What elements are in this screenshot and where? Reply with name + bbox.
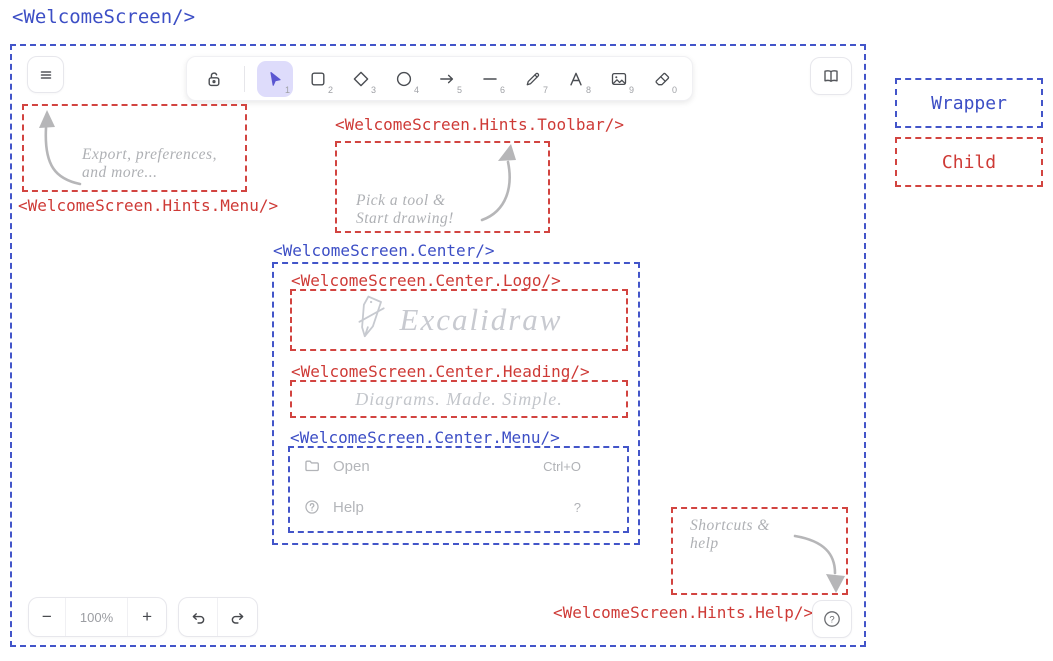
- legend-child-box: Child: [895, 137, 1043, 187]
- arrow-icon: [437, 69, 457, 89]
- hamburger-icon: [36, 65, 56, 85]
- tool-draw-button[interactable]: 7: [515, 61, 551, 97]
- excalidraw-pencil-icon: [356, 293, 388, 347]
- zoom-level-reset[interactable]: 100%: [66, 598, 128, 636]
- diamond-icon: [351, 69, 371, 89]
- folder-icon: [303, 457, 321, 475]
- undo-icon: [189, 608, 208, 627]
- eraser-icon: [652, 69, 672, 89]
- draw-icon: [523, 69, 543, 89]
- zoom-in-button[interactable]: +: [127, 598, 166, 636]
- center-logo-box: Excalidraw: [290, 289, 628, 351]
- tool-text-button[interactable]: 8: [558, 61, 594, 97]
- tool-shortcut-number: 7: [543, 85, 548, 95]
- tool-rectangle-button[interactable]: 2: [300, 61, 336, 97]
- toolbar-divider: [244, 66, 245, 92]
- question-circle-icon: ?: [822, 609, 842, 629]
- redo-button[interactable]: [218, 598, 257, 636]
- tool-shortcut-number: 0: [672, 85, 677, 95]
- tool-shortcut-number: 8: [586, 85, 591, 95]
- tool-line-button[interactable]: 6: [472, 61, 508, 97]
- library-button[interactable]: [810, 57, 852, 95]
- center-menu-label: <WelcomeScreen.Center.Menu/>: [290, 428, 560, 447]
- tool-shortcut-number: 4: [414, 85, 419, 95]
- tool-shortcut-number: 3: [371, 85, 376, 95]
- plus-icon: +: [142, 607, 152, 627]
- help-circle-icon: [303, 498, 321, 516]
- undo-redo-controls: [178, 597, 258, 637]
- hint-menu-text: Export, preferences, and more...: [82, 146, 217, 182]
- help-button[interactable]: ?: [812, 600, 852, 638]
- tool-shortcut-number: 1: [285, 85, 290, 95]
- menu-item-label: Open: [333, 458, 370, 475]
- welcome-screen-wrapper: 1 2 3: [10, 44, 866, 647]
- hint-help-label: <WelcomeScreen.Hints.Help/>: [553, 603, 813, 622]
- excalidraw-logo-text: Excalidraw: [400, 302, 563, 338]
- text-icon: [566, 69, 586, 89]
- undo-button[interactable]: [179, 598, 218, 636]
- center-logo-label: <WelcomeScreen.Center.Logo/>: [291, 271, 561, 290]
- zoom-controls: − 100% +: [28, 597, 167, 637]
- menu-item-shortcut: ?: [574, 500, 581, 515]
- root-component-label: <WelcomeScreen/>: [12, 6, 195, 28]
- welcome-menu-item-open[interactable]: Open Ctrl+O: [303, 455, 581, 477]
- menu-item-label: Help: [333, 499, 364, 516]
- toolbar: 1 2 3: [186, 56, 693, 101]
- legend-child-label: Child: [942, 152, 996, 173]
- zoom-out-button[interactable]: −: [29, 598, 66, 636]
- hint-toolbar-label: <WelcomeScreen.Hints.Toolbar/>: [335, 115, 624, 134]
- legend-wrapper-label: Wrapper: [931, 93, 1007, 114]
- center-heading-box: Diagrams. Made. Simple.: [290, 380, 628, 418]
- line-icon: [480, 69, 500, 89]
- tool-arrow-button[interactable]: 5: [429, 61, 465, 97]
- rectangle-icon: [308, 69, 328, 89]
- lock-button[interactable]: [196, 61, 232, 97]
- legend-wrapper-box: Wrapper: [895, 78, 1043, 128]
- center-heading-label: <WelcomeScreen.Center.Heading/>: [291, 362, 590, 381]
- center-label: <WelcomeScreen.Center/>: [273, 241, 495, 260]
- minus-icon: −: [42, 607, 52, 627]
- image-icon: [609, 69, 629, 89]
- welcome-menu-item-help[interactable]: Help ?: [303, 496, 581, 518]
- tool-shortcut-number: 5: [457, 85, 462, 95]
- book-icon: [821, 66, 841, 86]
- redo-icon: [228, 608, 247, 627]
- center-menu-box: Open Ctrl+O Help ?: [288, 446, 629, 533]
- tool-shortcut-number: 6: [500, 85, 505, 95]
- svg-text:?: ?: [829, 614, 834, 625]
- page: <WelcomeScreen/>: [0, 0, 1053, 661]
- tool-image-button[interactable]: 9: [601, 61, 637, 97]
- hint-toolbar-text: Pick a tool & Start drawing!: [356, 192, 454, 228]
- tool-shortcut-number: 2: [328, 85, 333, 95]
- tool-selection-button[interactable]: 1: [257, 61, 293, 97]
- center-wrapper-box: <WelcomeScreen.Center.Logo/> Excalidraw …: [272, 262, 640, 545]
- tool-ellipse-button[interactable]: 4: [386, 61, 422, 97]
- tool-eraser-button[interactable]: 0: [644, 61, 680, 97]
- tool-shortcut-number: 9: [629, 85, 634, 95]
- tool-diamond-button[interactable]: 3: [343, 61, 379, 97]
- hint-menu-label: <WelcomeScreen.Hints.Menu/>: [18, 196, 278, 215]
- ellipse-icon: [394, 69, 414, 89]
- main-menu-button[interactable]: [27, 56, 64, 93]
- center-heading-text: Diagrams. Made. Simple.: [355, 389, 562, 410]
- selection-icon: [265, 69, 285, 89]
- hint-help-text: Shortcuts & help: [690, 517, 770, 553]
- lock-icon: [204, 69, 224, 89]
- menu-item-shortcut: Ctrl+O: [543, 459, 581, 474]
